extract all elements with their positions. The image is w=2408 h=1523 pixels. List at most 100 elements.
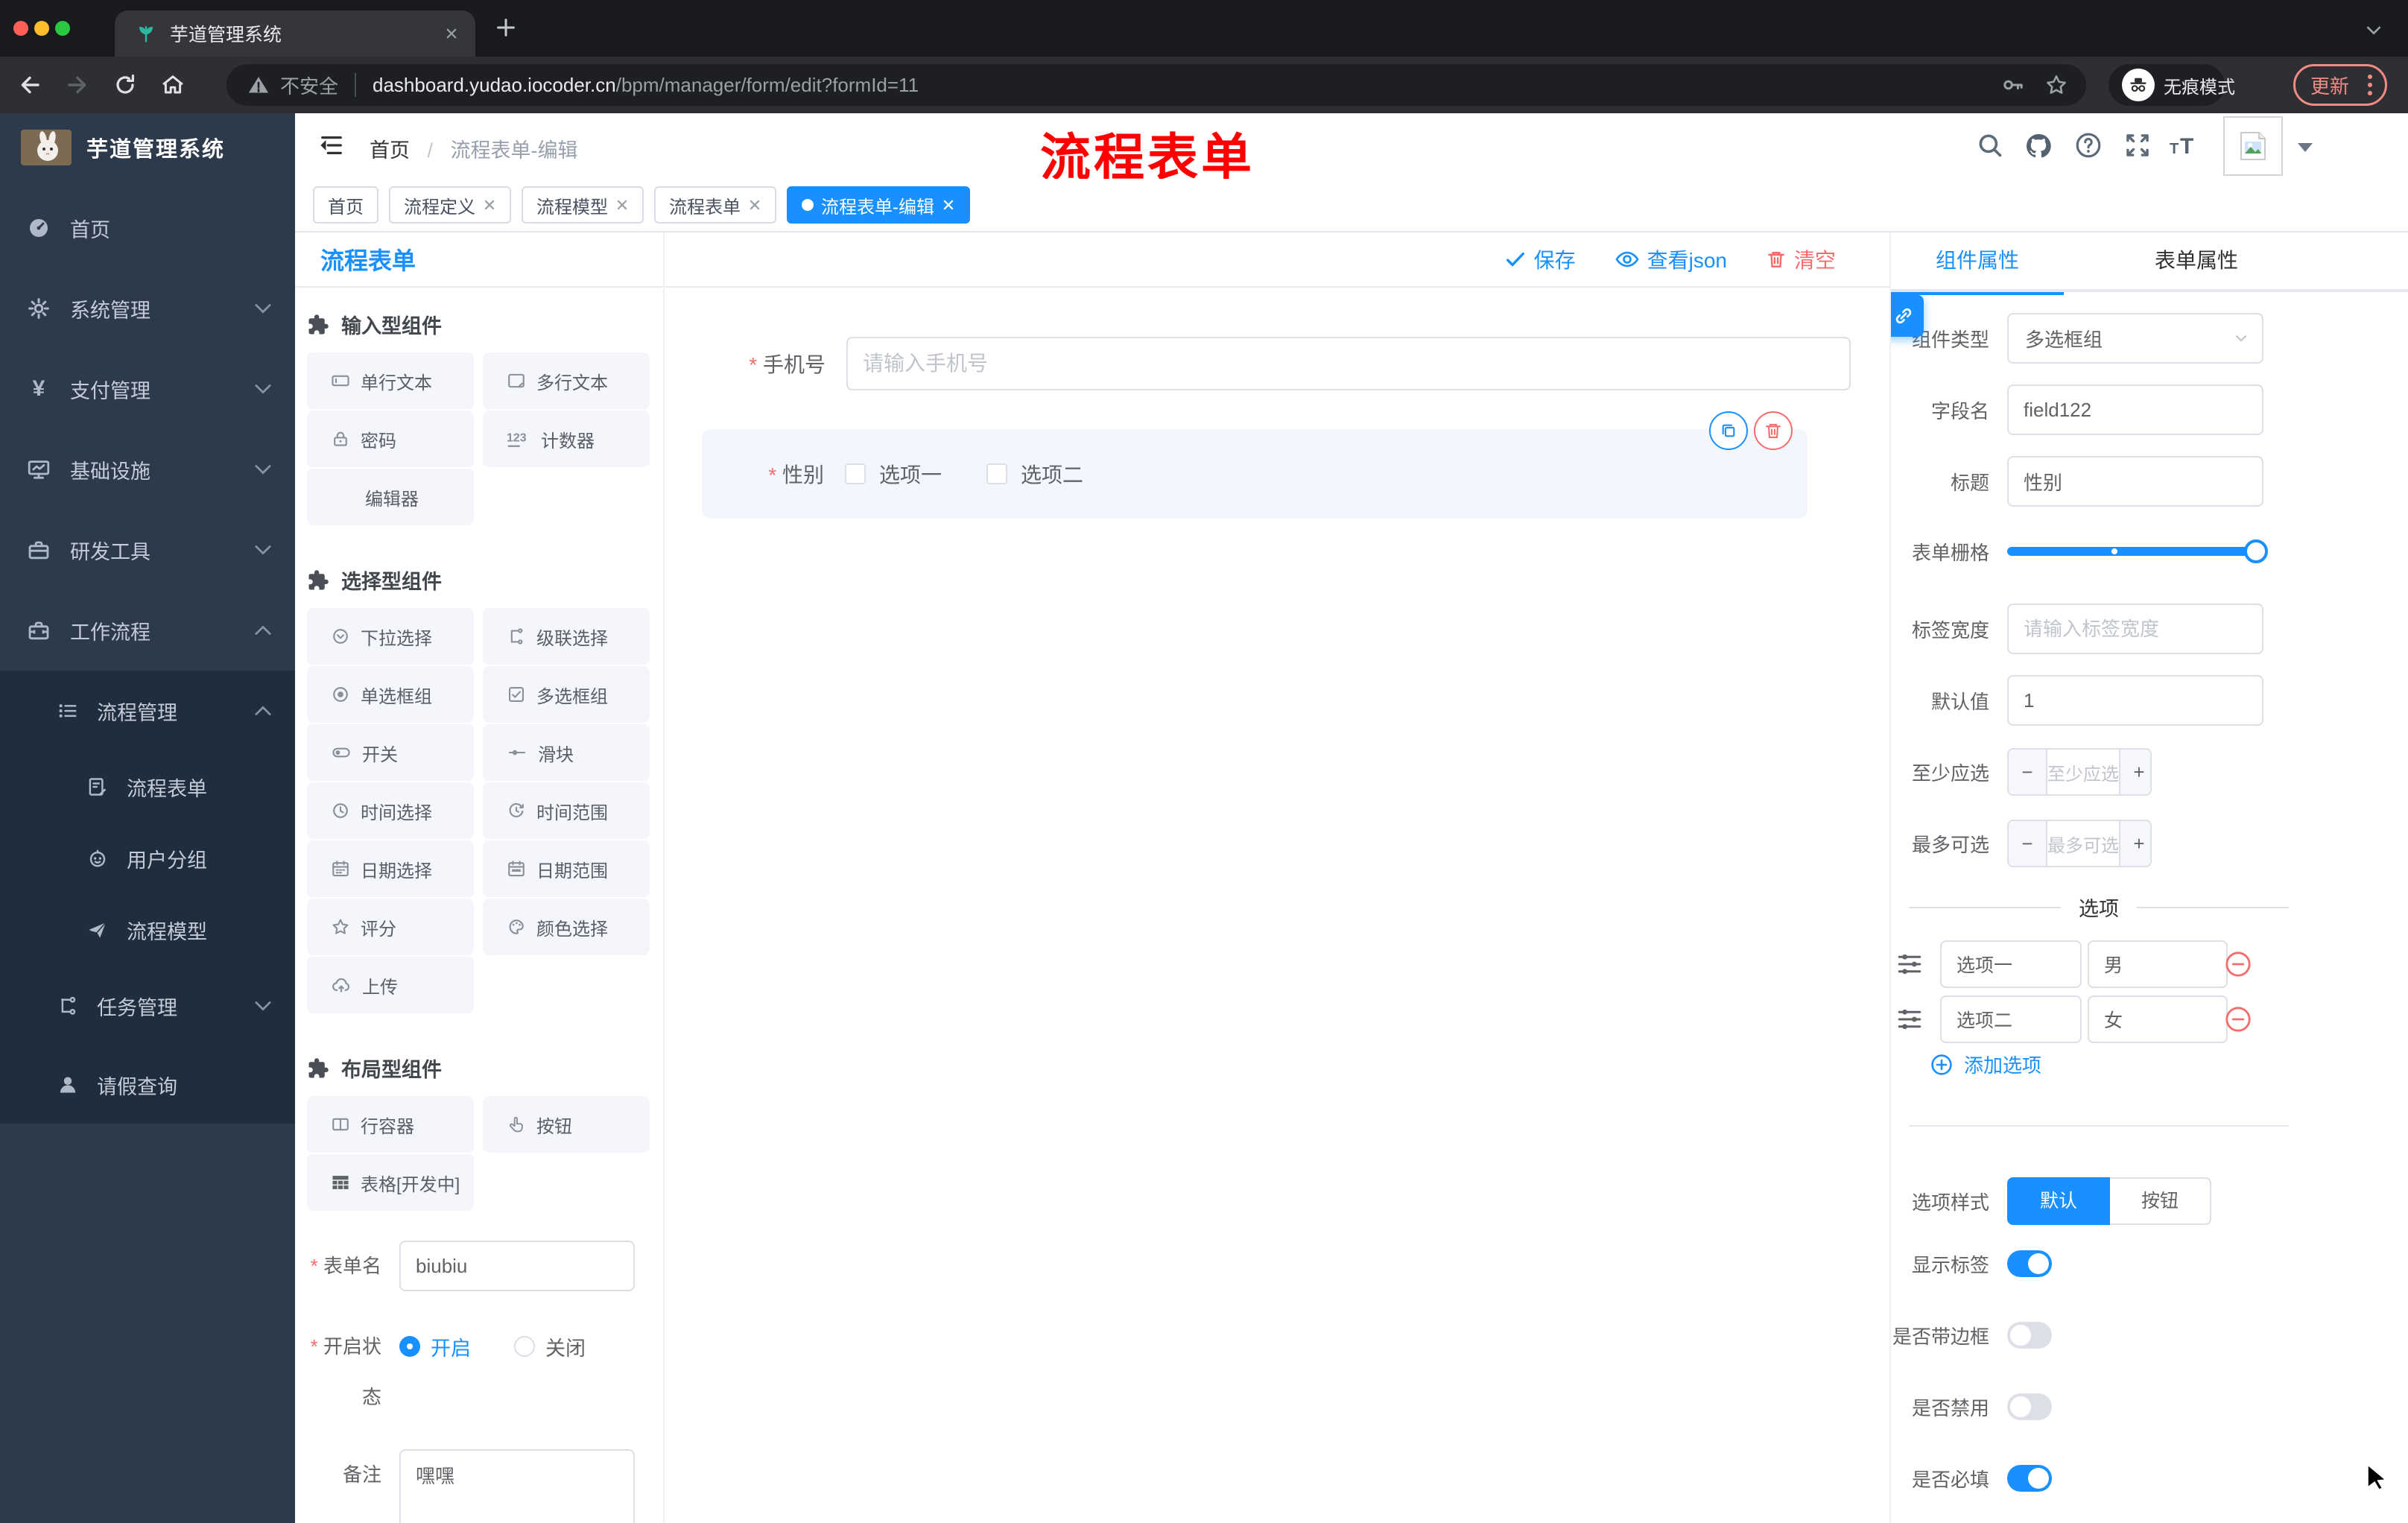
palette-item-rate[interactable]: 评分	[307, 899, 474, 955]
palette-item-upload[interactable]: 上传	[307, 957, 474, 1013]
stepper-minus-button[interactable]: −	[2009, 821, 2046, 866]
stepper-plus-button[interactable]: +	[2120, 821, 2150, 866]
tab-form-props[interactable]: 表单属性	[2064, 232, 2329, 292]
border-switch[interactable]	[2007, 1322, 2052, 1349]
tab-close-icon[interactable]	[443, 25, 460, 42]
clear-button[interactable]: 清空	[1766, 244, 1836, 274]
browser-tab[interactable]: 芋道管理系统	[115, 10, 475, 57]
option1-label-input[interactable]	[1940, 940, 2082, 988]
palette-item-single-text[interactable]: 单行文本	[307, 352, 474, 409]
breadcrumb-home[interactable]: 首页	[370, 139, 410, 162]
palette-item-radio-group[interactable]: 单选框组	[307, 666, 474, 723]
form-grid-slider[interactable]	[2007, 526, 2268, 577]
palette-item-checkbox-group[interactable]: 多选框组	[483, 666, 650, 723]
back-icon[interactable]	[16, 72, 43, 98]
style-default-button[interactable]: 默认	[2007, 1177, 2111, 1225]
link-handle-button[interactable]	[1891, 295, 1924, 337]
tag-process-model[interactable]: 流程模型	[522, 186, 644, 224]
sidebar-item-pay[interactable]: ¥ 支付管理	[0, 349, 295, 429]
palette-item-counter[interactable]: 123 计数器	[483, 411, 650, 467]
remove-option-button[interactable]	[2223, 949, 2253, 979]
drag-handle-icon[interactable]	[1897, 1007, 1922, 1032]
tag-process-definition[interactable]: 流程定义	[389, 186, 511, 224]
tab-search-chevron-icon[interactable]	[2363, 19, 2384, 40]
disabled-switch[interactable]	[2007, 1393, 2052, 1420]
form-remark-textarea[interactable]: 嘿嘿	[399, 1449, 635, 1523]
palette-item-color-picker[interactable]: 颜色选择	[483, 899, 650, 955]
radio-off-label[interactable]: 关闭	[545, 1332, 586, 1361]
palette-item-password[interactable]: 密码	[307, 411, 474, 467]
url-domain[interactable]: dashboard.yudao.iocoder.cn	[373, 74, 616, 97]
password-key-icon[interactable]	[2001, 73, 2025, 97]
palette-item-editor[interactable]: 编辑器	[307, 469, 474, 525]
slider-track[interactable]	[2007, 547, 2263, 556]
radio-on-label[interactable]: 开启	[431, 1332, 471, 1361]
option1-value-input[interactable]	[2088, 940, 2228, 988]
macos-close-button[interactable]	[13, 21, 28, 36]
palette-item-slider[interactable]: 滑块	[483, 724, 650, 781]
security-label[interactable]: 不安全	[280, 72, 338, 99]
fullscreen-icon[interactable]	[2123, 131, 2152, 159]
sidebar-item-infra[interactable]: 基础设施	[0, 429, 295, 510]
palette-item-row-container[interactable]: 行容器	[307, 1096, 474, 1153]
sidebar-item-user-group[interactable]: 用户分组	[0, 823, 295, 894]
help-icon[interactable]	[2074, 131, 2103, 159]
min-stepper-value[interactable]: 至少应选	[2046, 750, 2120, 794]
palette-item-time-range[interactable]: 时间范围	[483, 782, 650, 839]
checkbox-option1[interactable]	[845, 463, 866, 484]
remove-option-button[interactable]	[2223, 1004, 2253, 1034]
save-button[interactable]: 保存	[1504, 244, 1576, 274]
view-json-button[interactable]: 查看json	[1615, 244, 1727, 274]
tag-home[interactable]: 首页	[313, 186, 378, 224]
checkbox-option1-label[interactable]: 选项一	[879, 459, 942, 489]
palette-item-switch[interactable]: 开关	[307, 724, 474, 781]
palette-item-date-picker[interactable]: 日期选择	[307, 840, 474, 897]
option2-value-input[interactable]	[2088, 995, 2228, 1043]
forward-icon[interactable]	[64, 72, 91, 98]
slider-handle[interactable]	[2244, 539, 2268, 563]
stepper-plus-button[interactable]: +	[2120, 750, 2150, 794]
delete-component-button[interactable]	[1754, 411, 1793, 450]
avatar-caret-icon[interactable]	[2298, 143, 2313, 152]
sidebar-item-process-mgmt[interactable]: 流程管理	[0, 671, 295, 751]
macos-minimize-button[interactable]	[34, 21, 49, 36]
option2-label-input[interactable]	[1940, 995, 2082, 1043]
sidebar-item-system[interactable]: 系统管理	[0, 268, 295, 349]
palette-item-cascader[interactable]: 级联选择	[483, 608, 650, 665]
sidebar-item-leave-query[interactable]: 请假查询	[0, 1046, 295, 1124]
avatar[interactable]	[2223, 116, 2283, 176]
style-button-button[interactable]: 按钮	[2110, 1177, 2212, 1225]
sidebar-item-process-form[interactable]: 流程表单	[0, 751, 295, 823]
palette-item-time-picker[interactable]: 时间选择	[307, 782, 474, 839]
sidebar-item-workflow[interactable]: 工作流程	[0, 590, 295, 671]
url-path[interactable]: /bpm/manager/form/edit?formId=11	[616, 74, 919, 97]
radio-off[interactable]	[514, 1336, 535, 1357]
palette-item-table[interactable]: 表格[开发中]	[307, 1154, 474, 1211]
palette-item-button[interactable]: 按钮	[483, 1096, 650, 1153]
component-type-select[interactable]: 多选框组	[2007, 313, 2263, 364]
canvas-field-phone[interactable]: 手机号	[665, 337, 1889, 390]
show-label-switch[interactable]	[2007, 1250, 2052, 1277]
checkbox-option2[interactable]	[986, 463, 1008, 484]
label-width-input[interactable]	[2007, 604, 2263, 654]
title-input[interactable]	[2007, 456, 2263, 507]
canvas-field-gender-selected[interactable]: 性别 选项一 选项二	[702, 411, 1807, 519]
tab-component-props[interactable]: 组件属性	[1891, 232, 2064, 295]
checkbox-option2-label[interactable]: 选项二	[1021, 459, 1083, 489]
tag-process-form[interactable]: 流程表单	[654, 186, 776, 224]
stepper-minus-button[interactable]: −	[2009, 750, 2046, 794]
palette-item-date-range[interactable]: 日期范围	[483, 840, 650, 897]
max-stepper-value[interactable]: 最多可选	[2046, 821, 2120, 866]
sidebar-item-task-mgmt[interactable]: 任务管理	[0, 966, 295, 1046]
search-icon[interactable]	[1976, 131, 2004, 159]
form-name-input[interactable]	[399, 1241, 635, 1291]
field-name-input[interactable]	[2007, 384, 2263, 435]
sidebar-fold-icon[interactable]	[319, 133, 344, 158]
update-label[interactable]: 更新	[2310, 72, 2349, 99]
kebab-menu-icon[interactable]	[2367, 73, 2373, 97]
tag-process-form-edit[interactable]: 流程表单-编辑	[787, 186, 970, 224]
new-tab-icon[interactable]	[493, 15, 519, 40]
drag-handle-icon[interactable]	[1897, 952, 1922, 977]
address-bar[interactable]: 不安全 dashboard.yudao.iocoder.cn/bpm/manag…	[226, 64, 2086, 106]
github-icon[interactable]	[2024, 131, 2053, 161]
